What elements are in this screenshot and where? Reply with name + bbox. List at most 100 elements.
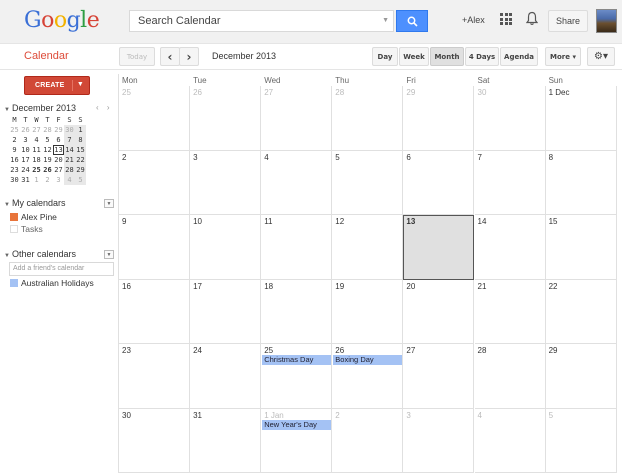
day-number[interactable]: 19 bbox=[335, 282, 344, 291]
day-number[interactable]: 5 bbox=[549, 411, 553, 420]
view-4days-button[interactable]: 4 Days bbox=[465, 47, 499, 66]
day-number[interactable]: 7 bbox=[478, 153, 482, 162]
day-number[interactable]: 10 bbox=[193, 217, 202, 226]
mini-calendar-day[interactable]: 10 bbox=[20, 145, 31, 155]
collapse-triangle-icon[interactable]: ▼ bbox=[4, 202, 10, 208]
mini-calendar-day[interactable]: 27 bbox=[53, 165, 64, 175]
view-month-button[interactable]: Month bbox=[430, 47, 464, 66]
mini-calendar-day[interactable]: 26 bbox=[20, 125, 31, 135]
day-number[interactable]: 29 bbox=[549, 346, 558, 355]
day-cell[interactable]: 10 bbox=[190, 215, 262, 280]
other-calendars-menu-icon[interactable]: ▼ bbox=[104, 250, 114, 259]
day-number[interactable]: 30 bbox=[122, 411, 131, 420]
day-cell[interactable]: 18 bbox=[261, 279, 333, 344]
google-logo[interactable]: Google bbox=[24, 8, 100, 33]
apps-grid-icon[interactable] bbox=[500, 13, 512, 25]
mini-calendar-day[interactable]: 24 bbox=[20, 165, 31, 175]
mini-calendar-day[interactable]: 3 bbox=[20, 135, 31, 145]
mini-calendar-day[interactable]: 30 bbox=[64, 125, 75, 135]
search-input[interactable] bbox=[130, 11, 393, 31]
mini-calendar-day[interactable]: 26 bbox=[42, 165, 53, 175]
day-cell[interactable]: 23 bbox=[119, 344, 191, 409]
day-cell[interactable]: 20 bbox=[403, 279, 475, 344]
mini-calendar-day[interactable]: 16 bbox=[9, 155, 20, 165]
search-box[interactable]: ▼ bbox=[129, 10, 394, 32]
day-cell[interactable]: 14 bbox=[474, 215, 546, 280]
day-cell[interactable]: 31 bbox=[190, 408, 262, 473]
mini-calendar-day[interactable]: 18 bbox=[31, 155, 42, 165]
day-cell[interactable]: 21 bbox=[474, 279, 546, 344]
day-number[interactable]: 29 bbox=[406, 88, 415, 97]
day-number[interactable]: 9 bbox=[122, 217, 126, 226]
day-cell[interactable]: 24 bbox=[190, 344, 262, 409]
my-calendars-menu-icon[interactable]: ▼ bbox=[104, 199, 114, 208]
calendar-color-swatch[interactable] bbox=[10, 213, 18, 221]
mini-calendar-nav[interactable]: ‹ › bbox=[96, 103, 113, 112]
mini-calendar-day[interactable]: 5 bbox=[75, 175, 86, 185]
previous-period-button[interactable]: ‹ bbox=[160, 47, 180, 66]
my-calendars-header[interactable]: ▼ My calendars bbox=[4, 198, 65, 208]
mini-calendar-day[interactable]: 28 bbox=[42, 125, 53, 135]
mini-calendar-day[interactable]: 29 bbox=[53, 125, 64, 135]
day-number[interactable]: 3 bbox=[193, 153, 197, 162]
day-number[interactable]: 2 bbox=[335, 411, 339, 420]
day-cell[interactable]: 4 bbox=[261, 150, 333, 215]
day-number[interactable]: 31 bbox=[193, 411, 202, 420]
mini-calendar-day[interactable]: 1 bbox=[31, 175, 42, 185]
mini-calendar-day[interactable]: 2 bbox=[42, 175, 53, 185]
day-number[interactable]: 4 bbox=[264, 153, 268, 162]
day-cell[interactable]: 11 bbox=[261, 215, 333, 280]
mini-calendar-day[interactable]: 31 bbox=[20, 175, 31, 185]
collapse-triangle-icon[interactable]: ▼ bbox=[4, 107, 10, 113]
day-number[interactable]: 25 bbox=[122, 88, 131, 97]
mini-calendar-day[interactable]: 30 bbox=[9, 175, 20, 185]
user-profile-link[interactable]: +Alex bbox=[462, 15, 485, 25]
day-cell[interactable]: 2 bbox=[332, 408, 404, 473]
day-number[interactable]: 28 bbox=[335, 88, 344, 97]
next-period-button[interactable]: › bbox=[179, 47, 199, 66]
day-number[interactable]: 11 bbox=[264, 217, 272, 226]
view-week-button[interactable]: Week bbox=[399, 47, 429, 66]
day-cell[interactable]: 1 Dec bbox=[545, 86, 617, 151]
day-number[interactable]: 25 bbox=[264, 346, 273, 355]
day-number[interactable]: 23 bbox=[122, 346, 131, 355]
create-dropdown-arrow-icon[interactable]: ▼ bbox=[77, 81, 84, 88]
mini-calendar-day[interactable]: 29 bbox=[75, 165, 86, 175]
day-number[interactable]: 1 Dec bbox=[549, 88, 570, 97]
day-cell[interactable]: 27 bbox=[261, 86, 333, 151]
mini-calendar-day[interactable]: 22 bbox=[75, 155, 86, 165]
day-cell[interactable]: 6 bbox=[403, 150, 475, 215]
day-number[interactable]: 1 Jan bbox=[264, 411, 284, 420]
more-button[interactable]: More ▾ bbox=[545, 47, 581, 66]
day-cell[interactable]: 28 bbox=[332, 86, 404, 151]
day-cell[interactable]: 15 bbox=[545, 215, 617, 280]
day-cell[interactable]: 7 bbox=[474, 150, 546, 215]
mini-calendar-day[interactable]: 1 bbox=[75, 125, 86, 135]
day-number[interactable]: 22 bbox=[549, 282, 558, 291]
event-chip[interactable]: New Year's Day bbox=[262, 419, 332, 430]
view-day-button[interactable]: Day bbox=[372, 47, 398, 66]
mini-calendar-day[interactable]: 23 bbox=[9, 165, 20, 175]
mini-calendar-day[interactable]: 20 bbox=[53, 155, 64, 165]
day-number[interactable]: 24 bbox=[193, 346, 202, 355]
day-cell[interactable]: 29 bbox=[545, 344, 617, 409]
day-number[interactable]: 20 bbox=[406, 282, 415, 291]
mini-calendar-day[interactable]: 25 bbox=[31, 165, 42, 175]
day-number[interactable]: 8 bbox=[549, 153, 553, 162]
day-cell[interactable]: 25 bbox=[261, 344, 333, 409]
day-number[interactable]: 21 bbox=[478, 282, 487, 291]
mini-calendar-day[interactable]: 15 bbox=[75, 145, 86, 155]
day-number[interactable]: 26 bbox=[193, 88, 202, 97]
mini-calendar-day[interactable]: 11 bbox=[31, 145, 42, 155]
mini-calendar-day[interactable]: 2 bbox=[9, 135, 20, 145]
calendar-item-australian-holidays[interactable]: Australian Holidays bbox=[10, 278, 94, 288]
day-number[interactable]: 27 bbox=[264, 88, 273, 97]
mini-calendar-day[interactable]: 5 bbox=[42, 135, 53, 145]
mini-calendar-day[interactable]: 19 bbox=[42, 155, 53, 165]
day-cell[interactable]: 13 bbox=[403, 215, 475, 280]
day-number[interactable]: 16 bbox=[122, 282, 131, 291]
day-number[interactable]: 13 bbox=[406, 217, 415, 226]
day-cell[interactable]: 30 bbox=[119, 408, 191, 473]
mini-calendar-day[interactable]: 4 bbox=[64, 175, 75, 185]
collapse-triangle-icon[interactable]: ▼ bbox=[4, 253, 10, 259]
